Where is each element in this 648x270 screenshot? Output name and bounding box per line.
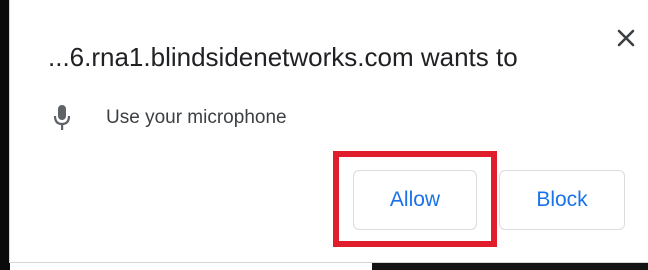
page-background-left — [0, 0, 10, 270]
close-button[interactable] — [610, 22, 642, 54]
dialog-title: ...6.rna1.blindsidenetworks.com wants to — [48, 42, 518, 72]
permission-label: Use your microphone — [106, 107, 287, 128]
highlight-box — [333, 151, 497, 247]
close-icon — [617, 29, 635, 47]
block-button[interactable]: Block — [499, 170, 625, 230]
permission-row: Use your microphone — [52, 100, 287, 136]
page-background-bottom — [372, 262, 648, 270]
permission-dialog: ...6.rna1.blindsidenetworks.com wants to… — [10, 0, 648, 262]
microphone-icon — [52, 103, 72, 133]
screenshot: ...6.rna1.blindsidenetworks.com wants to… — [0, 0, 648, 270]
